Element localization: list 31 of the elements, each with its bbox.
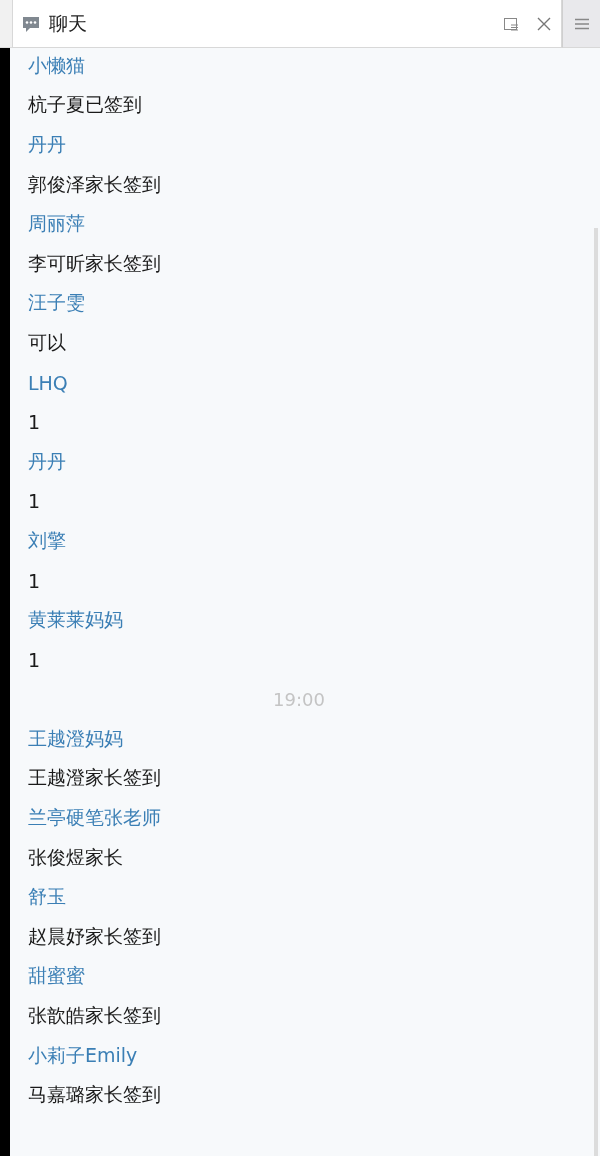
sender-name: 舒玉 — [28, 884, 66, 910]
sender-name: 甜蜜蜜 — [28, 963, 85, 989]
menu-icon — [574, 17, 589, 30]
sender-name: 小懒猫 — [28, 52, 85, 78]
sender-name: 丹丹 — [28, 132, 66, 157]
sender-name: 刘擎 — [28, 527, 66, 553]
message-text: 赵晨妤家长签到 — [28, 923, 161, 949]
sender-name: 王越澄妈妈 — [28, 725, 123, 751]
message-text: 张俊煜家长 — [28, 844, 123, 870]
sender-name: 小莉子Emily — [28, 1042, 138, 1068]
sender-name: 汪子雯 — [28, 290, 85, 316]
panel-title: 聊天 — [49, 10, 88, 36]
sender-name: 周丽萍 — [28, 211, 85, 237]
sender-name: 丹丹 — [28, 448, 66, 474]
message-text: 郭俊泽家长签到 — [28, 171, 161, 197]
message-text: 马嘉璐家长签到 — [28, 1082, 161, 1108]
window-icon[interactable] — [503, 15, 519, 32]
message-text: 可以 — [28, 329, 66, 355]
message-text: 1 — [28, 648, 41, 671]
message-text: 杭子夏已签到 — [28, 92, 142, 118]
message-text: 1 — [28, 490, 41, 513]
sender-name: 黄莱莱妈妈 — [28, 607, 123, 633]
menu-button[interactable] — [562, 0, 600, 48]
message-text: 1 — [28, 569, 41, 592]
message-text: 李可昕家长签到 — [28, 250, 161, 276]
message-text: 王越澄家长签到 — [28, 765, 161, 791]
message-text: 1 — [28, 411, 41, 434]
sender-name: LHQ — [28, 371, 68, 394]
message-text: 张歆皓家长签到 — [28, 1003, 161, 1029]
close-icon[interactable] — [537, 16, 551, 31]
sender-name: 兰亭硬笔张老师 — [28, 805, 161, 831]
